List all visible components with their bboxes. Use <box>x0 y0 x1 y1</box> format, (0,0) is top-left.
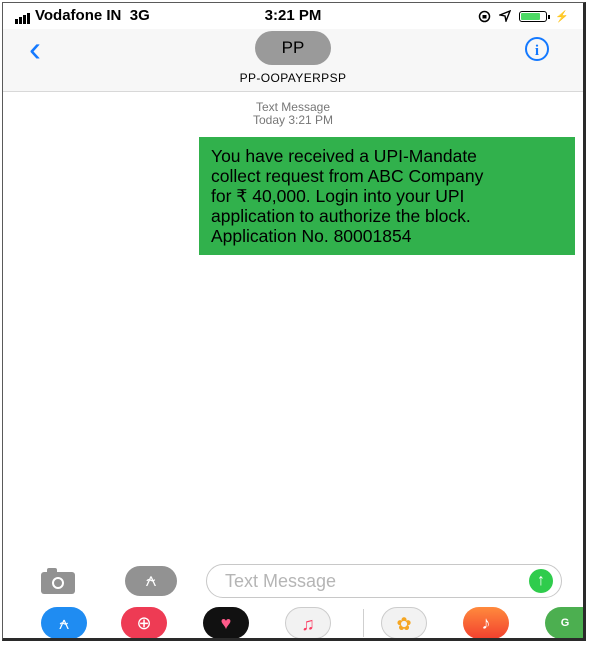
avatar[interactable]: PP <box>255 31 331 65</box>
music-icon[interactable]: ♫ <box>285 607 331 638</box>
message-line: You have received a UPI-Mandate <box>211 146 477 166</box>
app-store-icon[interactable]: ⍲ <box>125 566 177 596</box>
app-drawer: ⍲ ⊕ ♥ ♫ ✿ ♪ G <box>3 603 583 638</box>
maps-icon[interactable]: G <box>545 607 583 638</box>
chevron-left-icon[interactable]: ‹ <box>29 31 41 67</box>
message-line: application to authorize the block. <box>211 206 471 226</box>
photos-icon[interactable]: ✿ <box>381 607 427 638</box>
message-meta: Text Message Today 3:21 PM <box>3 101 583 127</box>
composer-bar: ⍲ Text Message ↑ <box>3 563 583 601</box>
info-icon[interactable]: i <box>525 37 549 61</box>
garageband-icon[interactable]: ♪ <box>463 607 509 638</box>
message-line: Application No. 80001854 <box>211 226 412 246</box>
conversation-header: ‹ PP PP-OOPAYERPSP i <box>3 29 583 92</box>
message-line: for ₹ 40,000. Login into your UPI <box>211 186 465 206</box>
message-bubble[interactable]: You have received a UPI-Mandate collect … <box>199 137 575 255</box>
drawer-divider <box>363 609 364 637</box>
battery-icon <box>519 10 551 22</box>
status-bar: Vodafone IN 3G 3:21 PM ⚡ <box>3 3 583 29</box>
arrow-up-icon[interactable]: ↑ <box>529 569 553 593</box>
digital-touch-icon[interactable]: ♥ <box>203 607 249 638</box>
message-input[interactable]: Text Message ↑ <box>206 564 562 598</box>
message-type-label: Text Message <box>255 100 331 114</box>
contact-name[interactable]: PP-OOPAYERPSP <box>3 71 583 85</box>
location-arrow-icon <box>499 10 512 22</box>
lock-rotation-icon <box>479 10 491 22</box>
message-line: collect request from ABC Company <box>211 166 484 186</box>
message-input-placeholder: Text Message <box>225 571 337 591</box>
search-images-icon[interactable]: ⊕ <box>121 607 167 638</box>
status-icons: ⚡ <box>478 8 569 24</box>
app-store-icon[interactable]: ⍲ <box>41 607 87 638</box>
camera-icon[interactable] <box>41 568 75 594</box>
message-timestamp: Today 3:21 PM <box>252 113 334 127</box>
charging-bolt-icon: ⚡ <box>555 10 569 23</box>
phone-screen: Vodafone IN 3G 3:21 PM ⚡ ‹ PP PP-OOPAYER… <box>2 2 586 641</box>
